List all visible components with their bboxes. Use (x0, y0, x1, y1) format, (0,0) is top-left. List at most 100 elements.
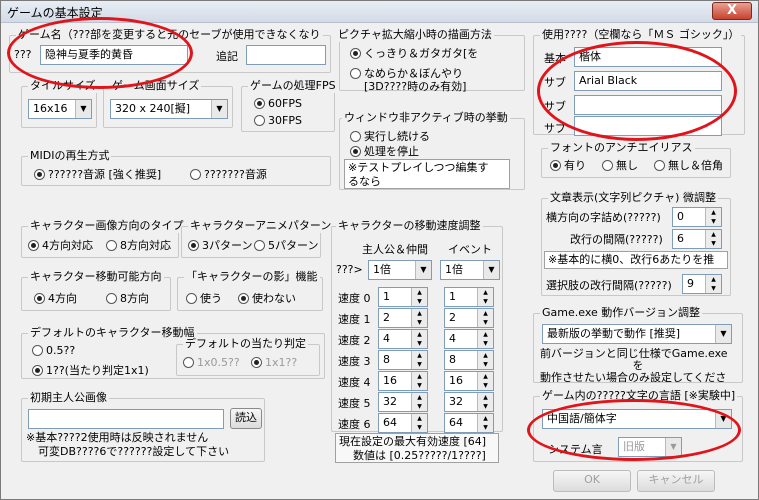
picture-scale-opt1[interactable]: くっきり＆ガタガタ[を (350, 45, 478, 61)
language-select[interactable]: 中国語/簡体字 ▼ (542, 409, 732, 429)
text-display-legend: 文章表示(文字列ピクチャ) 微調整 (548, 191, 718, 205)
speed-multiplier-1[interactable]: 1倍 ▼ (368, 260, 432, 280)
screen-size-legend: ゲーム画面サイズ (110, 79, 202, 93)
game-name-input[interactable]: 隐神与夏季的黄昏 (40, 45, 188, 65)
hit-area-opt2[interactable]: 1x1?? (251, 356, 297, 369)
move-speed-note: 現在設定の最大有効速度 [64] 数値は [0.25?????/1????] (335, 433, 499, 463)
close-button[interactable]: X (712, 2, 752, 20)
font-sub2-input[interactable] (574, 95, 722, 115)
fps-60-label: 60FPS (268, 97, 302, 110)
load-button[interactable]: 読込 (230, 408, 262, 429)
speed-row-label: 速度 2 (338, 334, 371, 347)
speed-event-input[interactable]: 2 ▲ ▼ (444, 308, 494, 328)
speed-hero-input[interactable]: 32 ▲ ▼ (378, 392, 428, 412)
spinner-icon[interactable]: ▲ ▼ (411, 393, 427, 411)
line-spacing-input[interactable]: 6 ▲ ▼ (672, 229, 722, 249)
cancel-button[interactable]: キャンセル (637, 470, 715, 492)
font-sub1-label: サブ (544, 76, 566, 89)
spinner-icon[interactable]: ▲ ▼ (705, 230, 721, 248)
antialias-opt3[interactable]: 無し＆倍角 (654, 157, 723, 173)
speed-event-input[interactable]: 16 ▲ ▼ (444, 371, 494, 391)
spinner-icon[interactable]: ▲ ▼ (705, 208, 721, 226)
inactive-opt1[interactable]: 実行し続ける (350, 128, 430, 144)
tile-size-select[interactable]: 16x16 ▼ (28, 99, 92, 119)
char-move-opt2[interactable]: 8方向 (106, 290, 149, 306)
font-sub1-input[interactable]: Arial Black (574, 71, 722, 91)
char-shadow-opt1[interactable]: 使う (186, 290, 222, 306)
speed-hero-input[interactable]: 2 ▲ ▼ (378, 308, 428, 328)
spinner-icon[interactable]: ▲ ▼ (411, 414, 427, 432)
spinner-icon[interactable]: ▲ ▼ (411, 351, 427, 369)
initial-image-input[interactable] (28, 409, 224, 429)
speed-col2-header: イベント (448, 243, 492, 256)
speed-hero-input[interactable]: 4 ▲ ▼ (378, 329, 428, 349)
font-basic-input[interactable]: 楷体 (574, 47, 722, 67)
inactive-opt2[interactable]: 処理を停止 (350, 143, 419, 159)
ok-button[interactable]: OK (553, 470, 631, 492)
game-exe-select[interactable]: 最新版の挙動で動作 [推奨] ▼ (542, 324, 732, 344)
default-size-opt2[interactable]: 1??(当たり判定1x1) (32, 362, 149, 378)
spinner-icon[interactable]: ▲ ▼ (411, 330, 427, 348)
speed-row-label: 速度 3 (338, 355, 371, 368)
fps-30[interactable]: 30FPS (254, 114, 302, 127)
default-size-opt1[interactable]: 0.5?? (32, 344, 75, 357)
inactive-legend: ウィンドウ非アクティブ時の挙動 (342, 111, 510, 125)
initial-image-legend: 初期主人公画像 (28, 391, 109, 405)
speed-event-value: 8 (449, 353, 456, 366)
speed-multiplier-2[interactable]: 1倍 ▼ (440, 260, 500, 280)
spinner-icon[interactable]: ▲ ▼ (477, 309, 493, 327)
append-input[interactable] (246, 45, 326, 65)
char-direction-opt1[interactable]: 4方向対応 (28, 237, 93, 253)
speed-event-input[interactable]: 32 ▲ ▼ (444, 392, 494, 412)
spinner-icon[interactable]: ▲ ▼ (477, 414, 493, 432)
hit-area-opt1[interactable]: 1x0.5?? (183, 356, 240, 369)
spinner-icon[interactable]: ▲ ▼ (411, 309, 427, 327)
char-shadow-opt2[interactable]: 使わない (238, 290, 296, 306)
choice-spacing-input[interactable]: 9 ▲ ▼ (682, 274, 722, 294)
spinner-icon[interactable]: ▲ ▼ (477, 372, 493, 390)
font-sub3-input[interactable] (574, 116, 722, 136)
spinner-icon[interactable]: ▲ ▼ (477, 351, 493, 369)
screen-size-select[interactable]: 320 x 240[擬] ▼ (110, 99, 228, 119)
inactive-note-line1: ※テストプレイしつつ編集す (348, 161, 489, 174)
radio-off-icon (32, 345, 43, 356)
spinner-icon[interactable]: ▲ ▼ (411, 372, 427, 390)
picture-scale-legend: ピクチャ拡大縮小時の描画方法 (336, 28, 494, 42)
h-spacing-input[interactable]: 0 ▲ ▼ (672, 207, 722, 227)
char-direction-group: キャラクター画像方向のタイプ 4方向対応 8方向対応 (21, 219, 186, 258)
speed-event-input[interactable]: 8 ▲ ▼ (444, 350, 494, 370)
speed-hero-input[interactable]: 8 ▲ ▼ (378, 350, 428, 370)
char-move-opt1[interactable]: 4方向 (34, 290, 77, 306)
spinner-icon[interactable]: ▲ ▼ (477, 393, 493, 411)
speed-row-label: 速度 6 (338, 418, 371, 431)
system-language-select[interactable]: 旧版 ▼ (618, 437, 682, 457)
char-anim-opt1[interactable]: 3パターン (188, 237, 252, 253)
game-exe-note: 前バージョンと同じ仕様でGame.exe を 動作させたい場合のみ設定してくださ (540, 348, 736, 382)
char-anim-opt2[interactable]: 5パターン (254, 237, 318, 253)
speed-hero-input[interactable]: 64 ▲ ▼ (378, 413, 428, 433)
fps-60[interactable]: 60FPS (254, 97, 302, 110)
speed-hero-value: 64 (383, 416, 397, 429)
antialias-opt1[interactable]: 有り (550, 157, 586, 173)
fps-legend: ゲームの処理FPS (248, 79, 338, 93)
hit-area-opt2-label: 1x1?? (265, 356, 298, 369)
line-spacing-value: 6 (677, 232, 684, 245)
spinner-icon[interactable]: ▲ ▼ (477, 288, 493, 306)
midi-opt2[interactable]: ???????音源 (190, 166, 267, 182)
game-exe-legend: Game.exe 動作バージョン調整 (540, 306, 703, 320)
spinner-icon[interactable]: ▲ ▼ (705, 275, 721, 293)
speed-row-label: 速度 0 (338, 292, 371, 305)
antialias-opt2[interactable]: 無し (602, 157, 638, 173)
speed-event-input[interactable]: 64 ▲ ▼ (444, 413, 494, 433)
inactive-note: ※テストプレイしつつ編集す るなら (344, 159, 510, 189)
inactive-note-line2: るなら (348, 175, 381, 188)
spinner-icon[interactable]: ▲ ▼ (477, 330, 493, 348)
midi-opt1[interactable]: ??????音源 [強く推奨] (34, 166, 161, 182)
speed-event-input[interactable]: 1 ▲ ▼ (444, 287, 494, 307)
speed-event-input[interactable]: 4 ▲ ▼ (444, 329, 494, 349)
spinner-icon[interactable]: ▲ ▼ (411, 288, 427, 306)
speed-row-label: ???> (336, 263, 363, 276)
char-direction-opt2[interactable]: 8方向対応 (106, 237, 171, 253)
speed-hero-input[interactable]: 16 ▲ ▼ (378, 371, 428, 391)
speed-hero-input[interactable]: 1 ▲ ▼ (378, 287, 428, 307)
